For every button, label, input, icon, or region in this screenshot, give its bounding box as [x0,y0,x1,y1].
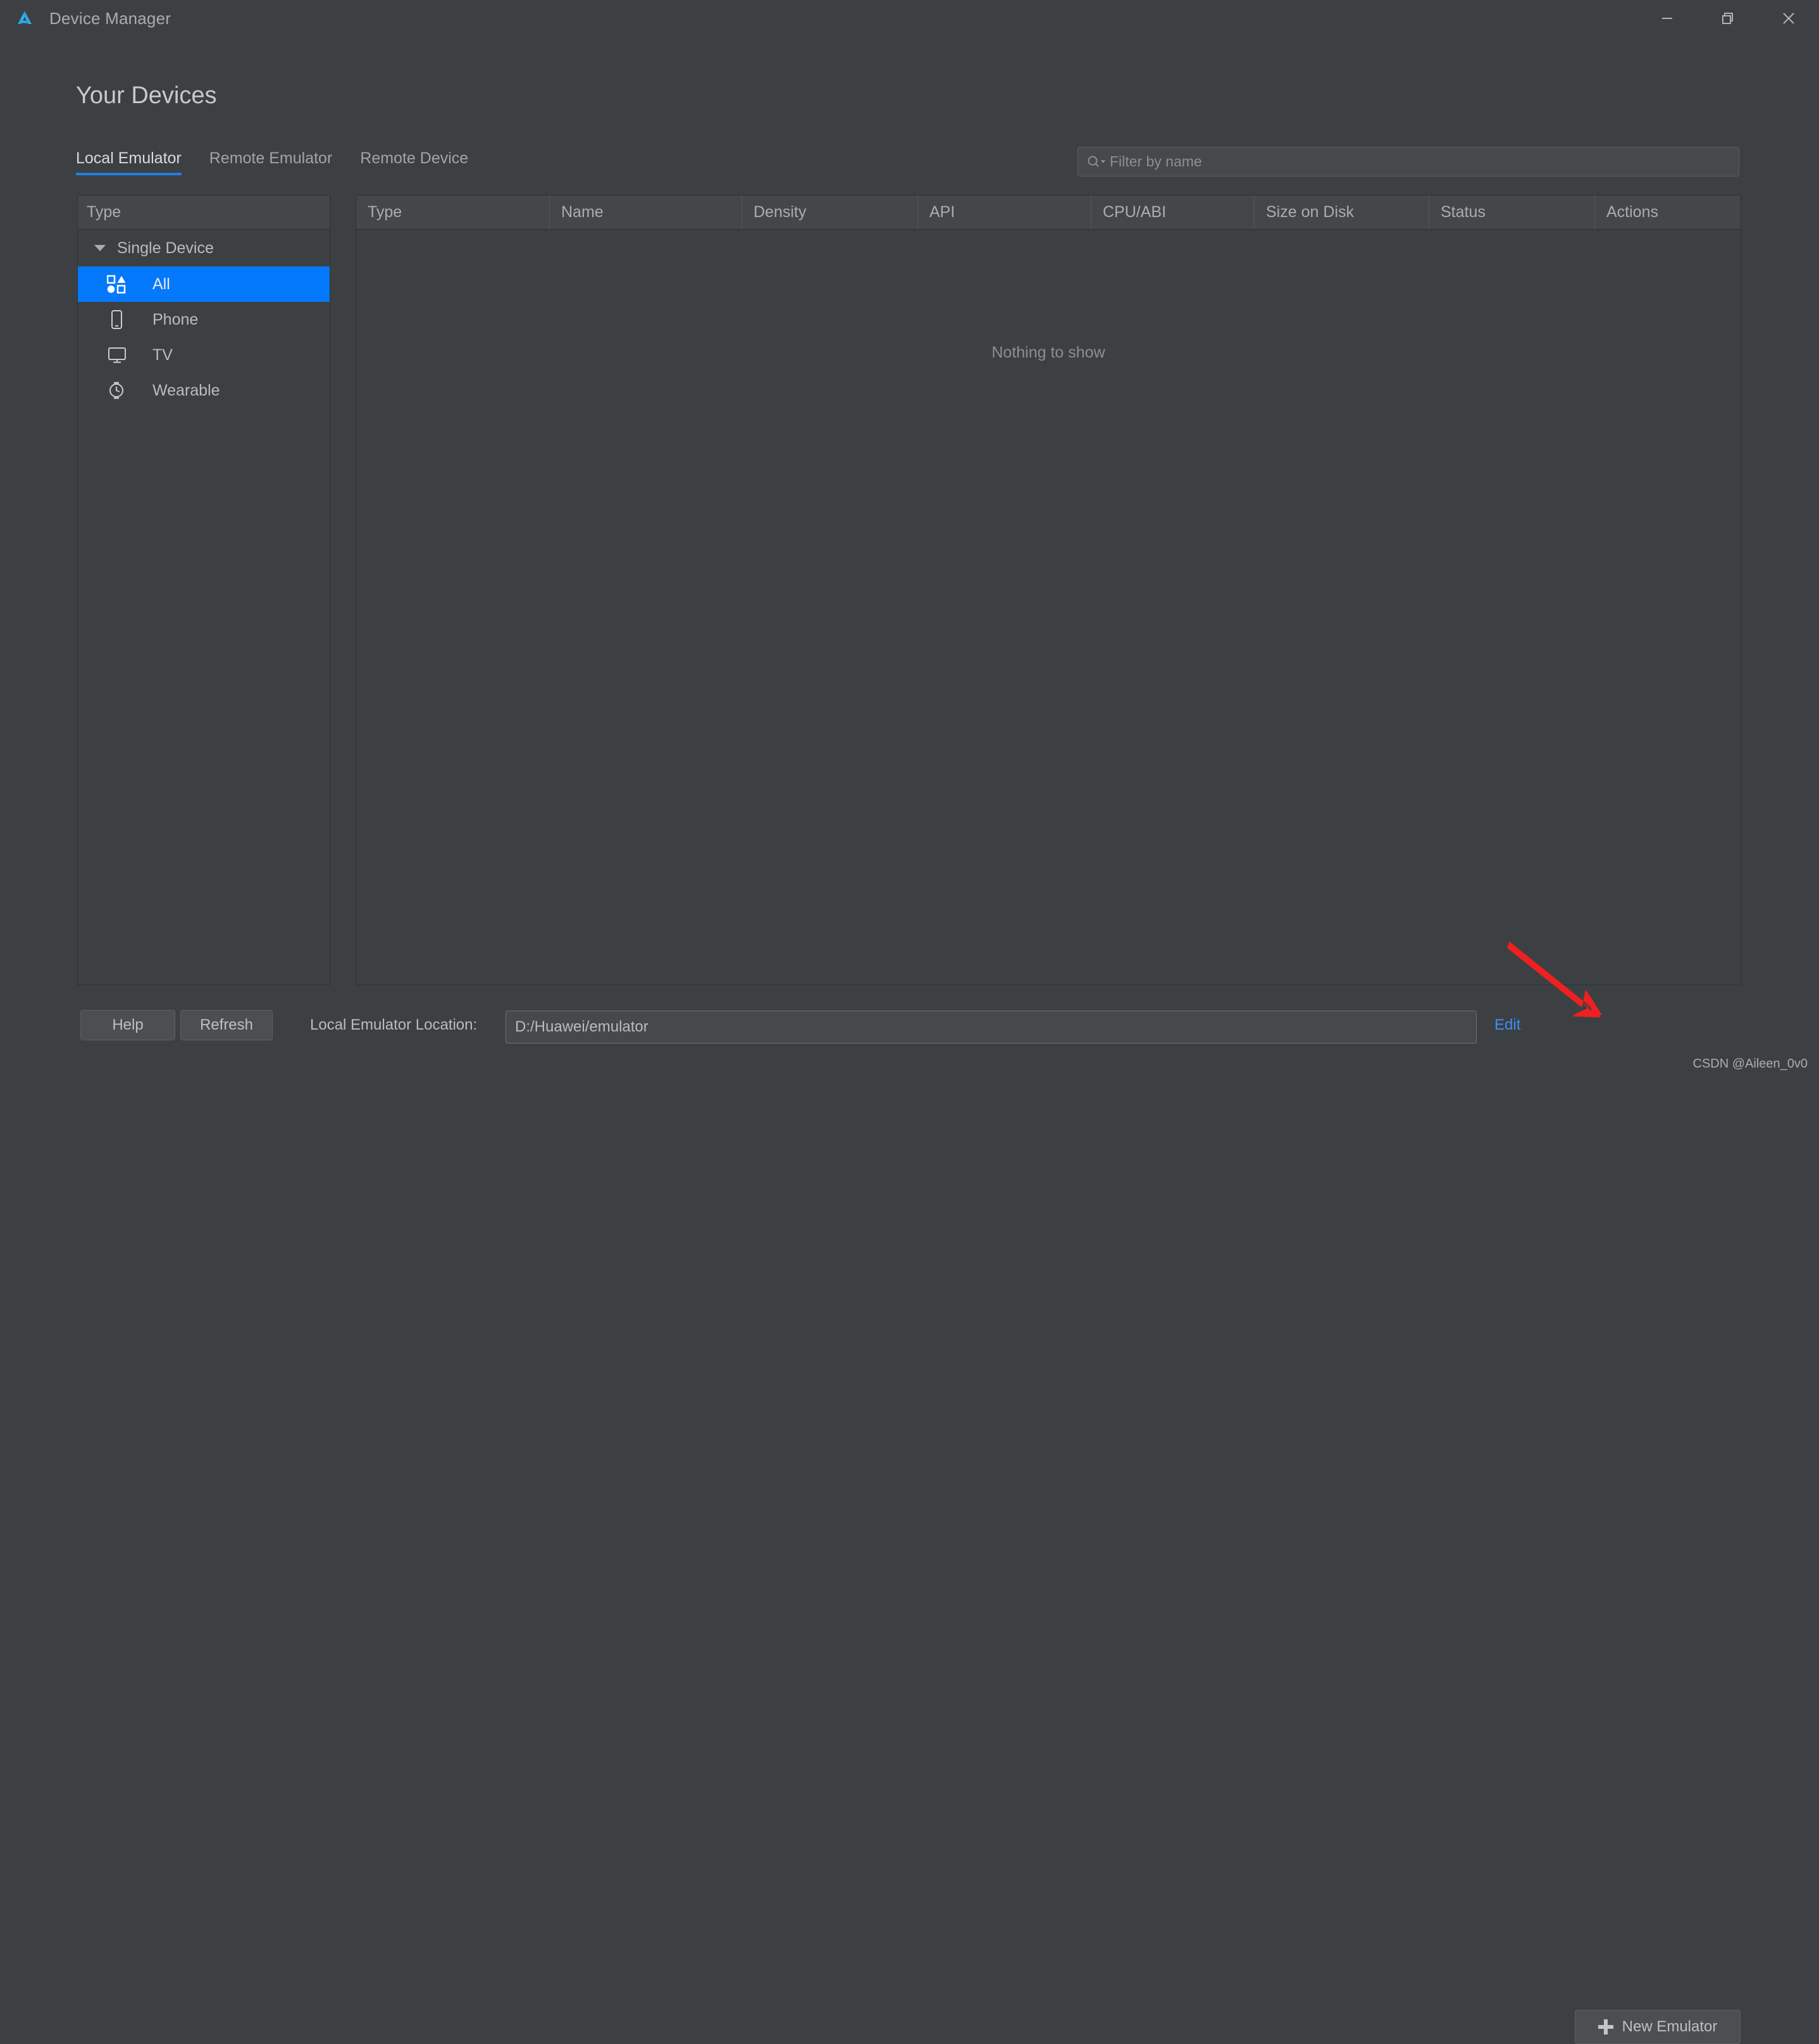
sidebar-item-label: Wearable [152,381,220,399]
page-title: Your Devices [76,82,217,109]
watch-icon [107,380,135,401]
chevron-down-icon[interactable] [94,245,106,251]
deveco-logo-icon [14,8,35,29]
column-header-api[interactable]: API [918,196,1091,229]
new-emulator-label: New Emulator [1622,2018,1718,2035]
table-body: Nothing to show [356,230,1741,985]
new-emulator-button[interactable]: New Emulator [1575,2010,1741,2044]
shapes-grid-icon [107,273,135,295]
sidebar-header: Type [78,196,330,230]
column-header-name[interactable]: Name [550,196,742,229]
phone-icon [107,309,135,330]
column-header-status[interactable]: Status [1429,196,1595,229]
column-header-type[interactable]: Type [356,196,550,229]
type-sidebar-panel: Type Single Device All Phone TV Wearable [77,195,330,985]
devices-table-panel: Type Name Density API CPU/ABI Size on Di… [356,195,1741,985]
sidebar-group-single-device[interactable]: Single Device [78,230,330,266]
sidebar-header-label: Type [87,203,121,221]
empty-state-message: Nothing to show [991,344,1105,361]
edit-link[interactable]: Edit [1494,1016,1520,1034]
search-icon [1086,154,1107,170]
column-header-actions[interactable]: Actions [1595,196,1741,229]
close-icon[interactable] [1758,0,1819,37]
tab-remote-device[interactable]: Remote Device [346,149,482,175]
search-placeholder: Filter by name [1110,153,1202,170]
location-label: Local Emulator Location: [310,1016,478,1033]
sidebar-item-label: TV [152,346,173,364]
tab-bar: Local Emulator Remote Emulator Remote De… [76,149,482,175]
location-path-input[interactable]: D:/Huawei/emulator [506,1011,1477,1044]
title-bar: Device Manager [0,0,1819,37]
tab-remote-emulator[interactable]: Remote Emulator [196,149,347,175]
tv-icon [107,344,135,366]
sidebar-item-wearable[interactable]: Wearable [78,373,330,408]
sidebar-item-label: Phone [152,310,199,328]
column-header-cpu-abi[interactable]: CPU/ABI [1091,196,1255,229]
watermark: CSDN @Aileen_0v0 [1692,1057,1808,1071]
column-header-density[interactable]: Density [742,196,918,229]
sidebar-item-tv[interactable]: TV [78,337,330,373]
refresh-button[interactable]: Refresh [180,1010,273,1040]
window-title: Device Manager [49,8,171,28]
minimize-icon[interactable] [1637,0,1698,37]
sidebar-group-label: Single Device [117,239,214,257]
sidebar-item-phone[interactable]: Phone [78,302,330,337]
tab-local-emulator[interactable]: Local Emulator [76,149,196,175]
help-button[interactable]: Help [80,1010,175,1040]
column-header-size-on-disk[interactable]: Size on Disk [1255,196,1429,229]
search-input[interactable]: Filter by name [1077,147,1739,177]
plus-icon [1598,2019,1613,2035]
table-header-row: Type Name Density API CPU/ABI Size on Di… [356,196,1741,230]
sidebar-item-all[interactable]: All [78,266,330,302]
restore-icon[interactable] [1698,0,1758,37]
sidebar-item-label: All [152,275,170,293]
window-controls [1637,0,1819,37]
